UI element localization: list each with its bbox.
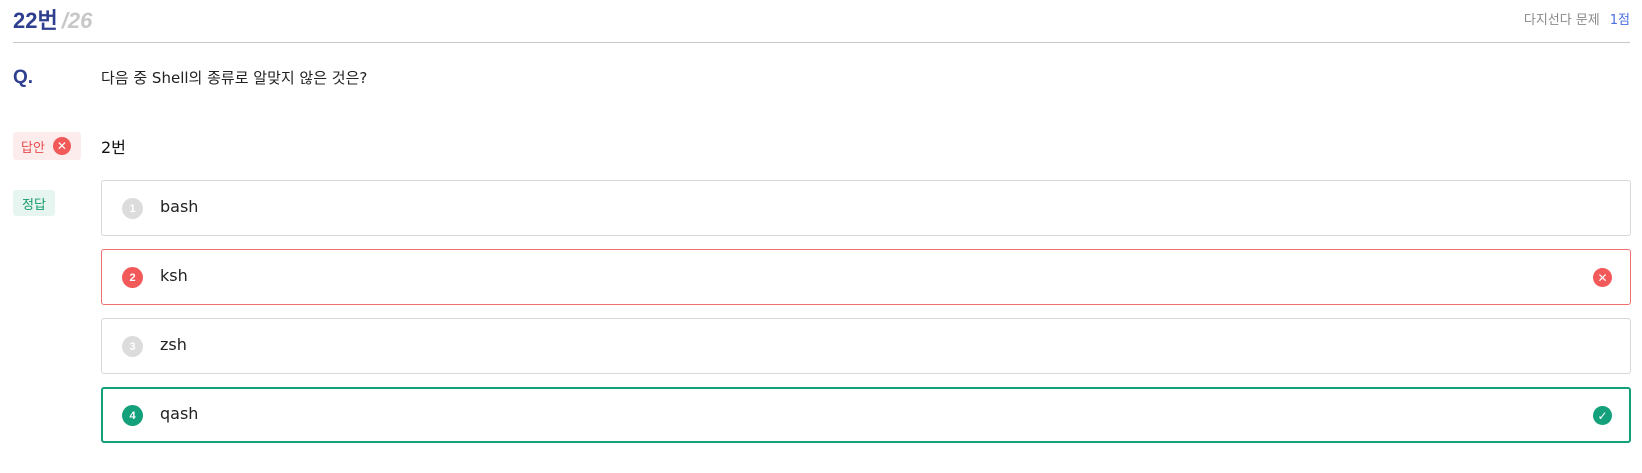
- question-type: 다지선다 문제: [1523, 13, 1600, 28]
- question-number-total: /26: [61, 8, 93, 33]
- option-text: ksh: [160, 266, 188, 285]
- option-number-badge: 1: [122, 198, 143, 219]
- question-number: 22번/26: [13, 3, 92, 35]
- x-circle-icon: ✕: [1593, 268, 1612, 287]
- option-number-badge: 2: [122, 267, 143, 288]
- option-4[interactable]: 4 qash ✓: [101, 387, 1631, 443]
- option-text: bash: [160, 197, 199, 216]
- option-2[interactable]: 2 ksh ✕: [101, 249, 1631, 305]
- option-3[interactable]: 3 zsh: [101, 318, 1631, 374]
- question-text: 다음 중 Shell의 종류로 알맞지 않은 것은?: [101, 69, 368, 87]
- question-header: 22번/26 다지선다 문제 1점: [13, 0, 1630, 43]
- my-answer-badge-label: 답안: [21, 140, 45, 156]
- x-circle-icon: ✕: [52, 137, 71, 155]
- my-answer-badge: 답안 ✕: [13, 132, 81, 160]
- my-answer-value: 2번: [101, 138, 126, 157]
- option-number-badge: 4: [122, 405, 143, 426]
- option-1[interactable]: 1 bash: [101, 180, 1631, 236]
- question-label: Q.: [13, 67, 34, 88]
- option-text: qash: [160, 404, 199, 423]
- check-circle-icon: ✓: [1593, 406, 1612, 425]
- correct-answer-badge: 정답: [13, 190, 55, 216]
- option-text: zsh: [160, 335, 187, 354]
- question-number-current: 22번: [13, 8, 58, 33]
- option-number-badge: 3: [122, 336, 143, 357]
- question-meta: 다지선다 문제 1점: [1524, 9, 1630, 28]
- question-points: 1점: [1609, 13, 1630, 28]
